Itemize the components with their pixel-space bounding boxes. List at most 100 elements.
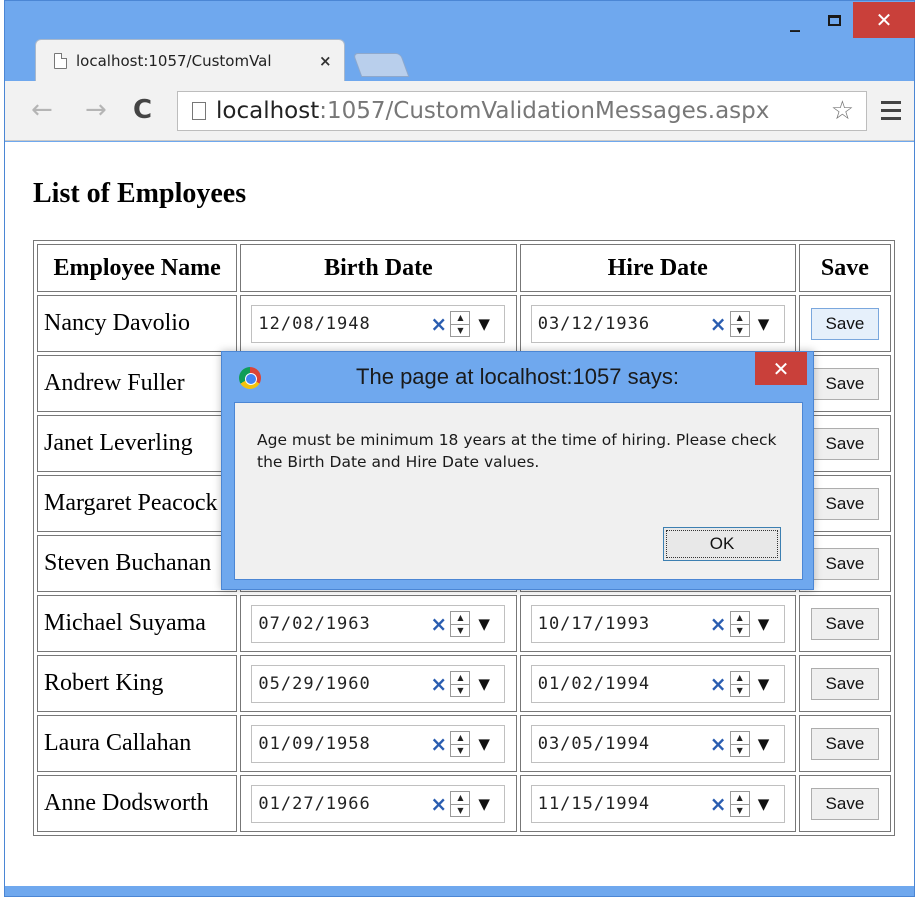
hire-date-value: 03/05/1994 [537,733,651,754]
spin-down-icon[interactable]: ▼ [451,325,469,337]
browser-tab[interactable]: localhost:1057/CustomVal × [35,39,345,81]
hire-date-input[interactable]: 03/05/1994 × ▲ ▼ ▼ [530,724,785,763]
spin-down-icon[interactable]: ▼ [731,805,749,817]
table-header-row: Employee Name Birth Date Hire Date Save [37,244,891,292]
employee-name: Nancy Davolio [37,295,238,352]
hire-date-input[interactable]: 10/17/1993 × ▲ ▼ ▼ [530,604,785,643]
clear-icon[interactable]: × [430,732,447,756]
dialog-message: Age must be minimum 18 years at the time… [257,431,777,471]
save-button[interactable]: Save [810,727,879,760]
spinner-icon[interactable]: ▲▼ [450,730,471,757]
spin-down-icon[interactable]: ▼ [731,625,749,637]
hire-date-input[interactable]: 03/12/1936 × ▲ ▼ ▼ [530,304,785,343]
birth-date-cell: 01/27/1966 × ▲ ▼ ▼ [240,775,517,832]
spin-up-icon[interactable]: ▲ [451,612,470,625]
spin-down-icon[interactable]: ▼ [451,745,469,757]
dropdown-arrow-icon[interactable]: ▼ [758,735,770,753]
reload-icon[interactable]: C [133,95,152,125]
save-button[interactable]: Save [810,667,879,700]
spin-up-icon[interactable]: ▲ [730,612,749,625]
birth-date-input[interactable]: 01/09/1958 × ▲ ▼ ▼ [251,724,506,763]
dropdown-arrow-icon[interactable]: ▼ [478,795,490,813]
spin-up-icon[interactable]: ▲ [451,732,470,745]
table-row: Michael Suyama 07/02/1963 × ▲ ▼ ▼ 10/17/1993 × ▲… [37,595,891,652]
address-bar[interactable]: localhost:1057/CustomValidationMessages.… [177,91,867,131]
spinner-icon[interactable]: ▲▼ [450,790,471,817]
clear-icon[interactable]: × [710,612,727,636]
hire-date-value: 10/17/1993 [537,613,651,634]
table-row: Robert King 05/29/1960 × ▲ ▼ ▼ 01/02/1994 × ▲ ▼ ▼ S… [37,655,891,712]
dropdown-arrow-icon[interactable]: ▼ [758,615,770,633]
column-header-save: Save [798,244,891,292]
menu-icon[interactable] [881,101,901,125]
hire-date-value: 11/15/1994 [537,793,651,814]
maximize-button[interactable] [815,5,853,35]
dropdown-arrow-icon[interactable]: ▼ [758,675,770,693]
url-host: localhost [216,98,320,124]
spinner-icon[interactable]: ▲▼ [729,670,750,697]
spin-up-icon[interactable]: ▲ [730,792,749,805]
spin-down-icon[interactable]: ▼ [451,685,469,697]
spinner-icon[interactable]: ▲▼ [450,610,471,637]
save-cell: Save [798,715,891,772]
spin-up-icon[interactable]: ▲ [730,732,749,745]
clear-icon[interactable]: × [430,312,447,336]
spin-down-icon[interactable]: ▼ [731,745,749,757]
save-button[interactable]: Save [810,787,879,820]
dialog-close-button[interactable]: ✕ [755,352,807,385]
column-header-name: Employee Name [37,244,238,292]
hire-date-cell: 03/12/1936 × ▲ ▼ ▼ [519,295,796,352]
save-button[interactable]: Save [810,307,879,340]
hire-date-input[interactable]: 11/15/1994 × ▲ ▼ ▼ [530,784,785,823]
spinner-icon[interactable]: ▲▼ [729,730,750,757]
window-close-button[interactable]: ✕ [853,2,915,38]
save-button[interactable]: Save [810,367,879,400]
tab-close-icon[interactable]: × [319,52,332,70]
spin-down-icon[interactable]: ▼ [731,685,749,697]
save-button[interactable]: Save [810,547,879,580]
birth-date-input[interactable]: 01/27/1966 × ▲ ▼ ▼ [251,784,506,823]
dropdown-arrow-icon[interactable]: ▼ [478,675,490,693]
spin-up-icon[interactable]: ▲ [730,672,749,685]
spinner-icon[interactable]: ▲▼ [729,790,750,817]
spinner-icon[interactable]: ▲▼ [450,310,471,337]
clear-icon[interactable]: × [430,672,447,696]
minimize-button[interactable]: _ [775,5,815,35]
clear-icon[interactable]: × [710,792,727,816]
dropdown-arrow-icon[interactable]: ▼ [758,315,770,333]
browser-window: _ ✕ localhost:1057/CustomVal × ← → C loc… [4,0,915,897]
new-tab-button[interactable] [352,53,410,77]
birth-date-value: 05/29/1960 [258,673,371,694]
bookmark-star-icon[interactable]: ☆ [831,96,854,126]
ok-button[interactable]: OK [663,527,781,561]
dropdown-arrow-icon[interactable]: ▼ [758,795,770,813]
birth-date-input[interactable]: 12/08/1948 × ▲ ▼ ▼ [251,304,506,343]
spin-up-icon[interactable]: ▲ [451,672,470,685]
save-button[interactable]: Save [810,427,879,460]
spinner-icon[interactable]: ▲▼ [729,610,750,637]
spin-down-icon[interactable]: ▼ [451,805,469,817]
clear-icon[interactable]: × [430,612,447,636]
clear-icon[interactable]: × [710,672,727,696]
birth-date-input[interactable]: 07/02/1963 × ▲ ▼ ▼ [251,604,506,643]
spin-up-icon[interactable]: ▲ [451,312,470,325]
spin-down-icon[interactable]: ▼ [451,625,469,637]
clear-icon[interactable]: × [710,732,727,756]
spinner-icon[interactable]: ▲▼ [729,310,750,337]
hire-date-input[interactable]: 01/02/1994 × ▲ ▼ ▼ [530,664,785,703]
dropdown-arrow-icon[interactable]: ▼ [478,615,490,633]
clear-icon[interactable]: × [710,312,727,336]
dropdown-arrow-icon[interactable]: ▼ [478,315,490,333]
forward-arrow-icon[interactable]: → [85,95,107,125]
save-button[interactable]: Save [810,487,879,520]
tab-title: localhost:1057/CustomVal [76,51,272,70]
spin-down-icon[interactable]: ▼ [731,325,749,337]
clear-icon[interactable]: × [430,792,447,816]
spin-up-icon[interactable]: ▲ [730,312,749,325]
birth-date-input[interactable]: 05/29/1960 × ▲ ▼ ▼ [251,664,506,703]
spin-up-icon[interactable]: ▲ [451,792,470,805]
dropdown-arrow-icon[interactable]: ▼ [478,735,490,753]
save-button[interactable]: Save [810,607,879,640]
spinner-icon[interactable]: ▲▼ [450,670,471,697]
back-arrow-icon[interactable]: ← [31,95,53,125]
